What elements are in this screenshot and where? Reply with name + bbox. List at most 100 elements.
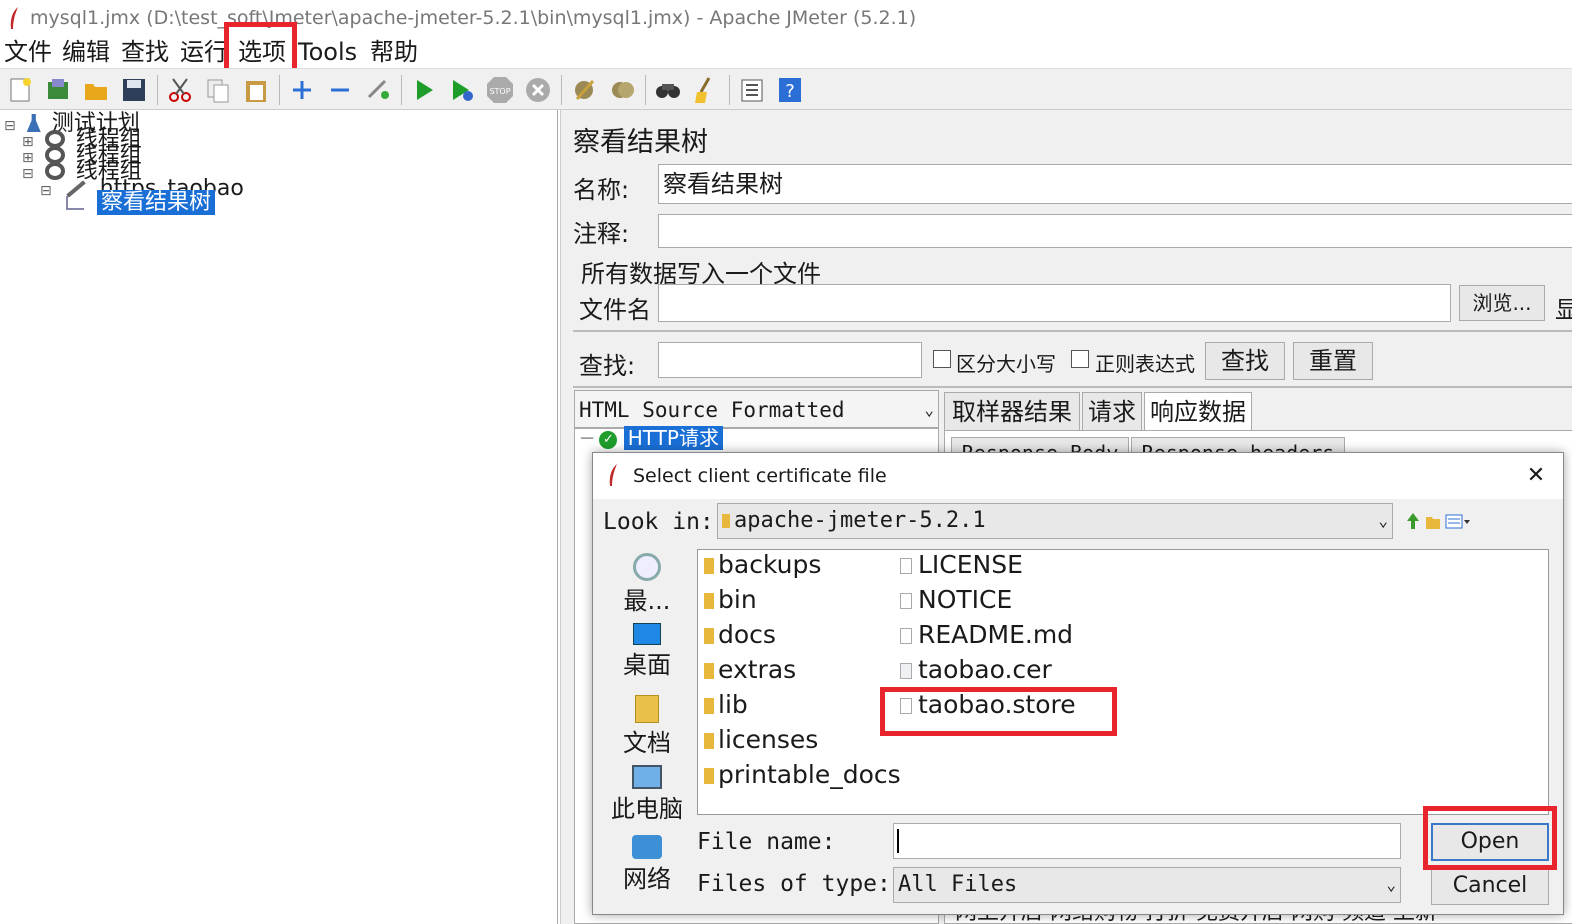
help-icon[interactable]: ? (775, 75, 805, 105)
file-list: backups bin docs extras lib licenses pri… (697, 549, 1549, 815)
file-icon (900, 593, 912, 609)
search-field[interactable] (658, 342, 922, 378)
regex-checkbox[interactable] (1071, 350, 1089, 368)
divider (573, 386, 1572, 388)
clock-icon (633, 553, 661, 581)
save-icon[interactable] (119, 75, 149, 105)
chevron-down-icon: ⌄ (1378, 511, 1388, 530)
place-documents[interactable]: 文档 (603, 695, 691, 758)
menu-help[interactable]: 帮助 (370, 36, 418, 68)
folder-icon (704, 733, 714, 749)
expand-icon[interactable] (287, 75, 317, 105)
certificate-file-icon (900, 663, 912, 679)
folder-icon (704, 768, 714, 784)
list-item[interactable]: extras (704, 655, 796, 685)
find-button[interactable]: 查找 (1205, 342, 1285, 380)
lookin-label: Look in: (603, 509, 714, 535)
list-item[interactable]: LICENSE (900, 550, 1023, 580)
start-icon[interactable] (409, 75, 439, 105)
graph-icon (66, 196, 84, 210)
new-folder-icon[interactable] (1425, 511, 1441, 531)
success-check-icon: ✓ (599, 431, 618, 449)
list-item[interactable]: NOTICE (900, 585, 1012, 615)
case-sensitive-checkbox[interactable] (933, 350, 951, 368)
menu-options[interactable]: 选项 (238, 36, 286, 68)
tab-sampler-result[interactable]: 取样器结果 (944, 392, 1080, 430)
folder-icon (704, 628, 714, 644)
new-icon[interactable] (5, 75, 35, 105)
search-label: 查找: (579, 352, 636, 380)
jmeter-feather-icon (609, 464, 617, 486)
list-item[interactable]: lib (704, 690, 748, 720)
list-item[interactable]: bin (704, 585, 757, 615)
tab-request[interactable]: 请求 (1082, 392, 1142, 430)
name-field[interactable]: 察看结果树 (658, 164, 1572, 204)
list-item[interactable]: taobao.cer (900, 655, 1052, 685)
toggle-icon[interactable] (363, 75, 393, 105)
collapse-icon[interactable] (325, 75, 355, 105)
file-icon (900, 558, 912, 574)
place-this-pc[interactable]: 此电脑 (603, 765, 691, 824)
folder-icon (704, 593, 714, 609)
browse-button[interactable]: 浏览... (1459, 285, 1545, 321)
cancel-button[interactable]: Cancel (1431, 867, 1549, 905)
view-menu-icon[interactable] (1445, 511, 1471, 531)
network-icon (632, 835, 662, 859)
templates-icon[interactable] (43, 75, 73, 105)
list-item[interactable]: printable_docs (704, 760, 901, 790)
divider (573, 330, 1572, 332)
search-icon[interactable] (653, 75, 683, 105)
open-button[interactable]: Open (1431, 823, 1549, 861)
filetype-label: Files of type: (697, 871, 891, 897)
clear-search-icon[interactable] (691, 75, 721, 105)
menu-bar: 文件 编辑 查找 运行 选项 Tools 帮助 (0, 36, 1572, 68)
menu-file[interactable]: 文件 (4, 36, 52, 68)
comment-field[interactable] (658, 214, 1572, 248)
start-no-pauses-icon[interactable] (447, 75, 477, 105)
reset-button[interactable]: 重置 (1293, 342, 1373, 380)
folder-icon (704, 663, 714, 679)
dialog-title-bar: Select client certificate file (593, 453, 1563, 499)
list-item[interactable]: taobao.store (900, 690, 1076, 720)
panel-title: 察看结果树 (573, 127, 708, 158)
shutdown-icon[interactable] (523, 75, 553, 105)
paste-icon[interactable] (241, 75, 271, 105)
tree-node-result-tree[interactable]: 察看结果树 (66, 190, 216, 215)
clear-icon[interactable] (569, 75, 599, 105)
test-plan-tree: ⊟ 测试计划 ⊞ 线程组 ⊞ 线程组 ⊟ 线程组 ⊟ https_taobao … (0, 110, 558, 924)
open-icon[interactable] (81, 75, 111, 105)
place-recent[interactable]: 最... (603, 553, 691, 616)
cut-icon[interactable] (165, 75, 195, 105)
place-desktop[interactable]: 桌面 (603, 623, 691, 680)
display-label-cut: 显 (1555, 296, 1572, 324)
filename-input[interactable] (893, 823, 1401, 859)
name-label: 名称: (573, 176, 630, 204)
close-icon[interactable]: ✕ (1521, 461, 1551, 491)
list-item[interactable]: docs (704, 620, 776, 650)
copy-icon[interactable] (203, 75, 233, 105)
stop-icon[interactable]: STOP (485, 75, 515, 105)
svg-text:STOP: STOP (489, 87, 510, 96)
dialog-title: Select client certificate file (633, 465, 887, 487)
up-folder-icon[interactable] (1405, 511, 1421, 531)
menu-tools[interactable]: Tools (298, 36, 357, 68)
menu-edit[interactable]: 编辑 (62, 36, 110, 68)
list-item[interactable]: licenses (704, 725, 818, 755)
menu-search[interactable]: 查找 (121, 36, 169, 68)
list-item[interactable]: backups (704, 550, 821, 580)
menu-run[interactable]: 运行 (180, 36, 228, 68)
result-node-http-request[interactable]: ─ ✓ HTTP请求 (581, 425, 723, 451)
filetype-select[interactable]: All Files ⌄ (893, 867, 1401, 903)
text-cursor (897, 829, 899, 853)
place-network[interactable]: 网络 (603, 835, 691, 894)
renderer-select[interactable]: HTML Source Formatted ⌄ (574, 390, 939, 428)
tab-response-data[interactable]: 响应数据 (1144, 392, 1252, 430)
places-bar: 最... 桌面 文档 此电脑 网络 (603, 549, 691, 911)
lookin-select[interactable]: apache-jmeter-5.2.1 ⌄ (717, 503, 1393, 539)
list-item[interactable]: README.md (900, 620, 1073, 650)
regex-label: 正则表达式 (1095, 352, 1195, 376)
clear-all-icon[interactable] (607, 75, 637, 105)
filename-label: File name: (697, 829, 836, 855)
filename-field[interactable] (658, 284, 1451, 322)
function-helper-icon[interactable] (737, 75, 767, 105)
